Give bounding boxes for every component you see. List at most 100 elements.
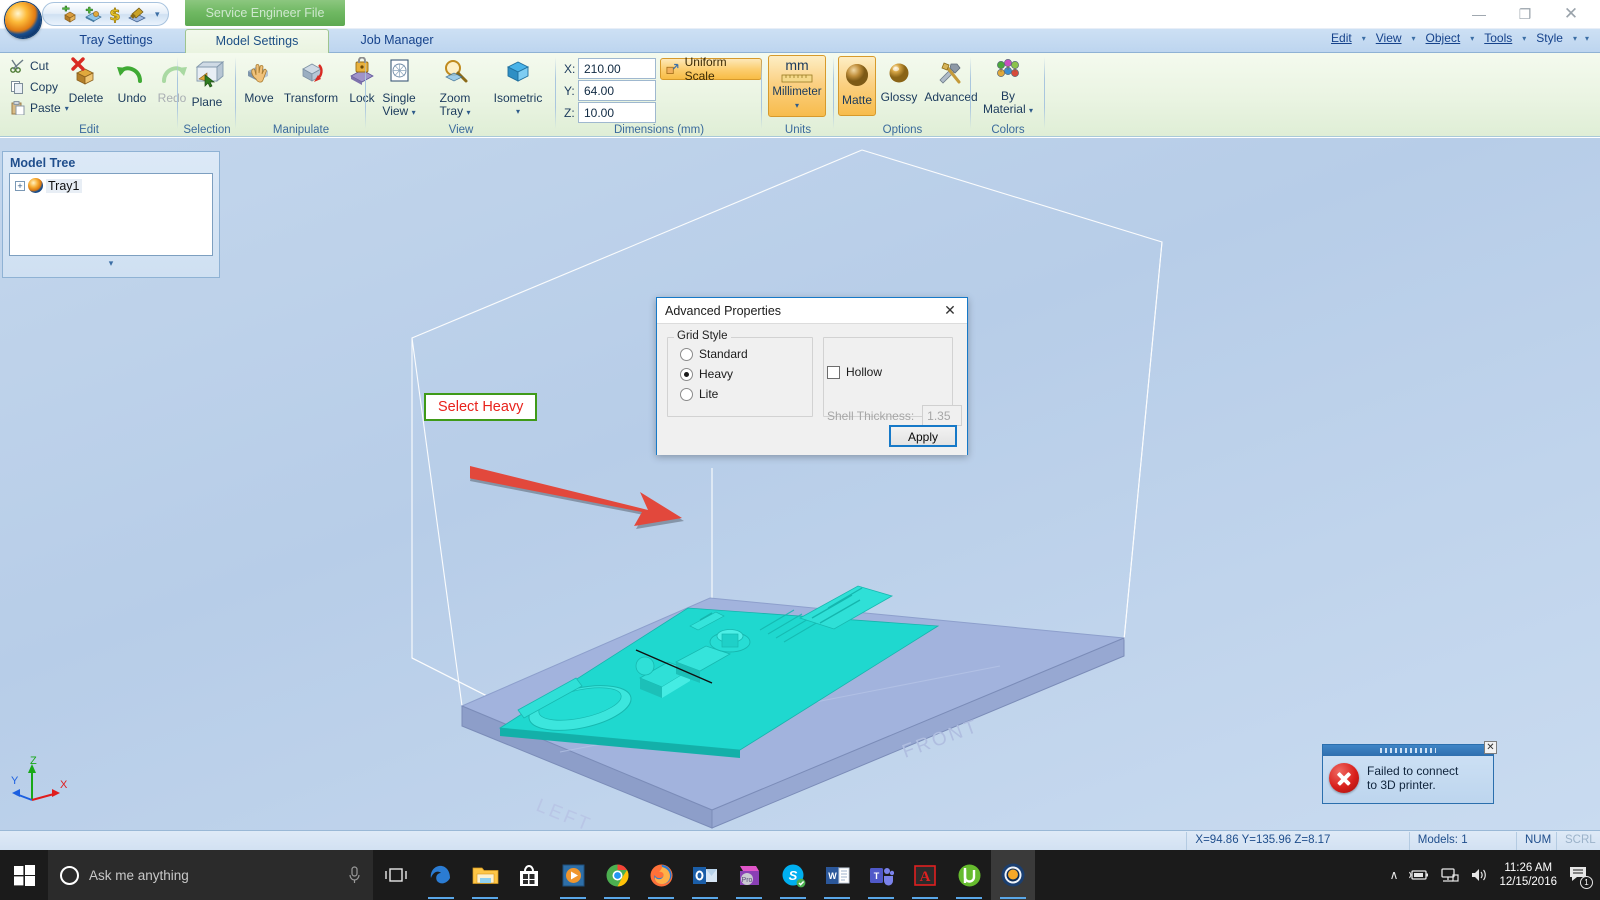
unit-caret[interactable]: ▾	[769, 99, 825, 112]
taskbar-app-acrobat[interactable]: A	[903, 850, 947, 900]
single-view-caret[interactable]: ▾	[412, 108, 416, 117]
taskbar-app-pro-app[interactable]: Pro	[727, 850, 771, 900]
hollow-checkbox-row[interactable]: Hollow	[827, 365, 882, 379]
printer-error-toast: ✕ Failed to connect to 3D printer.	[1322, 744, 1494, 804]
tree-expander-icon[interactable]: +	[15, 181, 25, 191]
isometric-caret[interactable]: ▾	[486, 105, 550, 118]
by-material-button[interactable]: By Material ▾	[975, 57, 1041, 117]
zoom-tray-caret[interactable]: ▾	[466, 108, 470, 117]
taskbar-app-utorrent[interactable]	[947, 850, 991, 900]
radio-option-heavy[interactable]: Heavy	[680, 367, 812, 381]
menu-object-caret[interactable]: ▾	[1467, 34, 1477, 43]
add-tray-icon[interactable]	[83, 5, 103, 23]
radio-option-standard[interactable]: Standard	[680, 347, 812, 361]
restore-button[interactable]: ❐	[1502, 0, 1548, 28]
taskbar-app-objet-studio[interactable]	[991, 850, 1035, 900]
notification-center-button[interactable]: 1	[1568, 864, 1590, 886]
microphone-icon[interactable]	[348, 866, 361, 884]
toast-title-bar[interactable]: ✕	[1323, 745, 1493, 756]
paste-button[interactable]: Paste ▾	[10, 101, 69, 115]
taskbar-clock[interactable]: 11:26 AM 12/15/2016	[1499, 861, 1557, 889]
menu-tools[interactable]: Tools	[1479, 31, 1517, 45]
tree-node-tray1[interactable]: + Tray1	[10, 174, 212, 197]
battery-icon[interactable]	[1409, 867, 1429, 883]
task-view-button[interactable]	[373, 850, 419, 900]
taskbar-app-store[interactable]	[507, 850, 551, 900]
taskbar-app-word[interactable]: W	[815, 850, 859, 900]
uniform-scale-button[interactable]: Uniform Scale	[660, 58, 762, 80]
cost-estimate-icon[interactable]: $	[105, 5, 125, 23]
cortana-search-box[interactable]: Ask me anything	[48, 850, 373, 900]
menu-view[interactable]: View	[1371, 31, 1407, 45]
axis-label-y: Y	[11, 775, 19, 787]
delete-button[interactable]: Delete	[62, 57, 110, 105]
add-model-icon[interactable]	[61, 5, 81, 23]
tray-expand-chevron[interactable]: ∧	[1390, 868, 1399, 882]
volume-icon[interactable]	[1470, 867, 1488, 883]
taskbar-app-media-player[interactable]	[551, 850, 595, 900]
dimension-z-input[interactable]: 10.00	[578, 102, 656, 123]
cut-button[interactable]: Cut	[10, 59, 49, 73]
tab-model-settings[interactable]: Model Settings	[185, 29, 329, 53]
toast-message-line2: to 3D printer.	[1367, 778, 1436, 792]
dimension-y-input[interactable]: 64.00	[578, 80, 656, 101]
dimension-x-input[interactable]: 210.00	[578, 58, 656, 79]
radio-lite-icon[interactable]	[680, 388, 693, 401]
menu-edit[interactable]: Edit	[1326, 31, 1357, 45]
menu-edit-caret[interactable]: ▾	[1359, 34, 1369, 43]
utorrent-icon	[957, 863, 982, 888]
menu-tools-caret[interactable]: ▾	[1519, 34, 1529, 43]
radio-standard-icon[interactable]	[680, 348, 693, 361]
ruler-icon	[780, 73, 814, 84]
dialog-close-button[interactable]: ✕	[933, 298, 967, 323]
search-input[interactable]: Ask me anything	[89, 868, 338, 883]
ribbon-group-selection: Plane Selection	[178, 53, 236, 137]
skype-icon: S	[781, 863, 806, 888]
svg-text:W: W	[828, 871, 837, 881]
matte-button[interactable]: Matte	[838, 56, 876, 116]
by-material-caret[interactable]: ▾	[1029, 106, 1033, 115]
uniform-scale-icon	[666, 62, 680, 77]
taskbar-app-file-explorer[interactable]	[463, 850, 507, 900]
isometric-button[interactable]: Isometric ▾	[486, 57, 550, 118]
plane-button[interactable]: Plane	[181, 59, 233, 109]
taskbar-app-outlook[interactable]	[683, 850, 727, 900]
hollow-checkbox[interactable]	[827, 366, 840, 379]
menu-object[interactable]: Object	[1421, 31, 1466, 45]
radio-option-lite[interactable]: Lite	[680, 387, 812, 401]
undo-button[interactable]: Undo	[112, 57, 152, 105]
ribbon-help-caret[interactable]: ▾	[1582, 34, 1592, 43]
taskbar-app-firefox[interactable]	[639, 850, 683, 900]
transform-button[interactable]: Transform	[280, 57, 342, 105]
taskbar-app-teams[interactable]: T	[859, 850, 903, 900]
close-button[interactable]: ✕	[1548, 0, 1594, 28]
menu-style[interactable]: Style	[1531, 31, 1568, 45]
model-tree-list[interactable]: + Tray1	[9, 173, 213, 256]
build-icon[interactable]	[127, 5, 147, 23]
taskbar-app-chrome[interactable]	[595, 850, 639, 900]
zoom-tray-button[interactable]: Zoom Tray ▾	[428, 57, 482, 119]
ribbon-group-label-options: Options	[834, 124, 971, 136]
minimize-button[interactable]: —	[1456, 0, 1502, 28]
copy-button[interactable]: Copy	[10, 80, 58, 94]
move-button[interactable]: Move	[238, 57, 280, 105]
toast-close-button[interactable]: ✕	[1484, 741, 1497, 754]
quick-access-overflow-caret[interactable]: ▾	[155, 9, 160, 20]
start-button[interactable]	[0, 850, 48, 900]
radio-heavy-icon[interactable]	[680, 368, 693, 381]
single-view-button[interactable]: Single View ▾	[372, 57, 426, 119]
app-orb-button[interactable]	[5, 2, 41, 38]
model-tree-collapse-caret[interactable]: ▾	[3, 258, 219, 269]
taskbar-app-skype[interactable]: S	[771, 850, 815, 900]
menu-view-caret[interactable]: ▾	[1409, 34, 1419, 43]
taskbar-app-edge[interactable]	[419, 850, 463, 900]
status-scroll-lock: SCRL	[1556, 832, 1600, 850]
millimeter-button[interactable]: mm Millimeter ▾	[768, 55, 826, 117]
tab-job-manager[interactable]: Job Manager	[337, 29, 457, 53]
3d-viewport[interactable]: LEFT FRONT	[0, 138, 1600, 830]
network-icon[interactable]	[1440, 867, 1459, 883]
glossy-button[interactable]: Glossy	[876, 56, 922, 104]
apply-button[interactable]: Apply	[889, 425, 957, 447]
menu-style-caret[interactable]: ▾	[1570, 34, 1580, 43]
tab-tray-settings[interactable]: Tray Settings	[48, 29, 184, 53]
